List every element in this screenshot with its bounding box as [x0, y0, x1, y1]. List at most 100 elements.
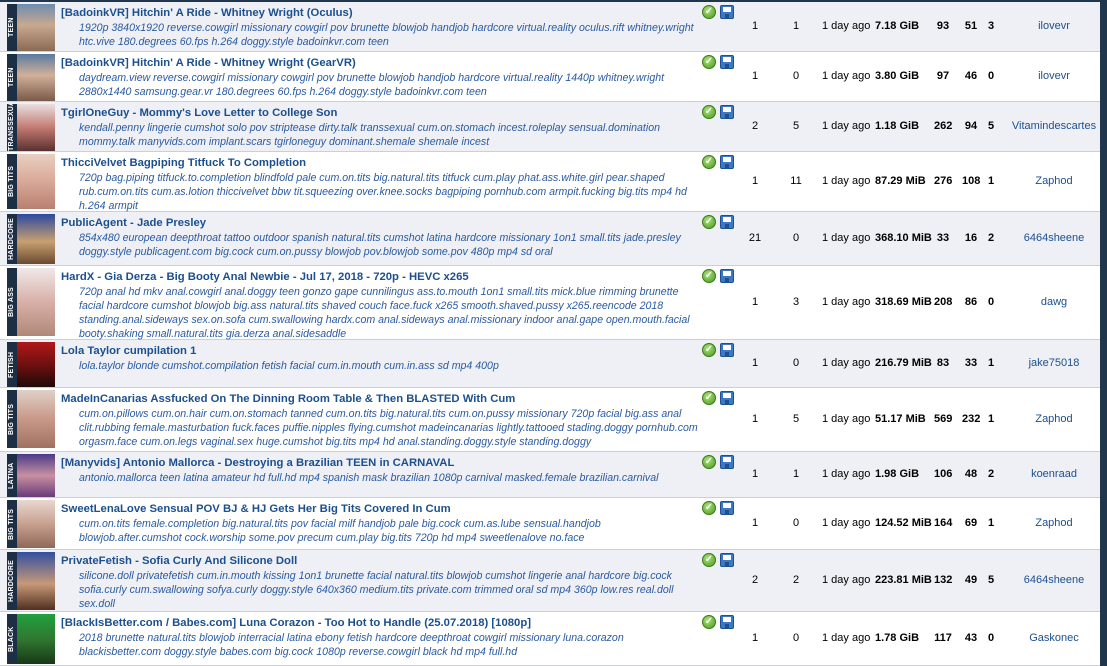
files-count: 2: [751, 120, 759, 132]
category-label: LATINA: [7, 454, 17, 497]
comments-count[interactable]: 0: [786, 70, 806, 82]
torrent-tags[interactable]: 854x480 european deepthroat tattoo outdo…: [79, 231, 701, 259]
torrent-title-link[interactable]: MadeInCanarias Assfucked On The Dinning …: [61, 393, 515, 405]
uploader-link[interactable]: Vitamindescartes: [1004, 120, 1104, 132]
torrent-tags[interactable]: lola.taylor blonde cumshot.compilation f…: [79, 359, 701, 373]
torrent-tags[interactable]: antonio.mallorca teen latina amateur hd …: [79, 471, 701, 485]
download-icon[interactable]: [720, 501, 734, 515]
check-icon: ✓: [702, 215, 716, 229]
time-added: 1 day ago: [822, 20, 871, 32]
torrent-list: TEEN [BadoinkVR] Hitchin' A Ride - Whitne…: [0, 0, 1107, 666]
download-icon[interactable]: [720, 155, 734, 169]
seeders-count: 49: [964, 574, 978, 586]
category-thumbnail[interactable]: HARDCORE: [7, 552, 55, 610]
time-added: 1 day ago: [822, 357, 871, 369]
torrent-title-link[interactable]: Lola Taylor cumpilation 1: [61, 345, 196, 357]
uploader-link[interactable]: ilovevr: [1004, 70, 1104, 82]
uploader-link[interactable]: 6464sheene: [1004, 574, 1104, 586]
torrent-tags[interactable]: 720p anal hd mkv anal.cowgirl anal.doggy…: [79, 285, 701, 341]
comments-count[interactable]: 11: [786, 175, 806, 187]
uploader-link[interactable]: koenraad: [1004, 468, 1104, 480]
comments-count[interactable]: 5: [786, 120, 806, 132]
category-thumbnail[interactable]: BLACK: [7, 614, 55, 664]
uploader-link[interactable]: Zaphod: [1004, 517, 1104, 529]
torrent-tags[interactable]: cum.on.tits female.completion big.natura…: [79, 517, 701, 545]
files-count: 21: [748, 232, 762, 244]
category-thumbnail[interactable]: BIG TITS: [7, 500, 55, 548]
download-icon[interactable]: [720, 553, 734, 567]
torrent-row: TEEN [BadoinkVR] Hitchin' A Ride - Whitne…: [0, 2, 1100, 52]
torrent-title-link[interactable]: HardX - Gia Derza - Big Booty Anal Newbi…: [61, 271, 469, 283]
comments-count[interactable]: 0: [786, 357, 806, 369]
torrent-title-link[interactable]: TgirlOneGuy - Mommy's Love Letter to Col…: [61, 107, 337, 119]
torrent-tags[interactable]: cum.on.pillows cum.on.hair cum.on.stomac…: [79, 407, 701, 449]
comments-count[interactable]: 0: [786, 632, 806, 644]
time-added: 1 day ago: [822, 175, 871, 187]
snatches-count: 164: [934, 517, 953, 529]
files-count: 1: [751, 296, 759, 308]
comments-count[interactable]: 5: [786, 413, 806, 425]
time-added: 1 day ago: [822, 70, 871, 82]
category-thumbnail[interactable]: BIG ASS: [7, 268, 55, 336]
torrent-title-link[interactable]: [BlackIsBetter.com / Babes.com] Luna Cor…: [61, 617, 531, 629]
comments-count[interactable]: 3: [786, 296, 806, 308]
category-label: HARDCORE: [7, 214, 17, 264]
category-thumbnail[interactable]: TEEN: [7, 54, 55, 101]
torrent-title-link[interactable]: [Manyvids] Antonio Mallorca - Destroying…: [61, 457, 454, 469]
leechers-count: 5: [987, 574, 995, 586]
download-icon[interactable]: [720, 105, 734, 119]
torrent-title-link[interactable]: [BadoinkVR] Hitchin' A Ride - Whitney Wr…: [61, 57, 356, 69]
comments-count[interactable]: 1: [786, 20, 806, 32]
torrent-tags[interactable]: silicone.doll privatefetish cum.in.mouth…: [79, 569, 701, 611]
torrent-title-link[interactable]: ThicciVelvet Bagpiping Titfuck To Comple…: [61, 157, 306, 169]
download-icon[interactable]: [720, 391, 734, 405]
files-count: 1: [751, 517, 759, 529]
snatches-count: 97: [936, 70, 950, 82]
uploader-link[interactable]: Gaskonec: [1004, 632, 1104, 644]
download-icon[interactable]: [720, 215, 734, 229]
torrent-tags[interactable]: kendall.penny lingerie cumshot solo pov …: [79, 121, 701, 149]
comments-count[interactable]: 0: [786, 517, 806, 529]
category-thumbnail[interactable]: TEEN: [7, 4, 55, 51]
torrent-title-link[interactable]: PublicAgent - Jade Presley: [61, 217, 206, 229]
torrent-size: 51.17 MiB: [875, 413, 926, 425]
torrent-title-link[interactable]: [BadoinkVR] Hitchin' A Ride - Whitney Wr…: [61, 7, 353, 19]
leechers-count: 1: [987, 517, 995, 529]
torrent-row: BIG TITS ThicciVelvet Bagpiping Titfuck T…: [0, 152, 1100, 212]
leechers-count: 0: [987, 296, 995, 308]
download-icon[interactable]: [720, 615, 734, 629]
download-icon[interactable]: [720, 55, 734, 69]
comments-count[interactable]: 1: [786, 468, 806, 480]
torrent-tags[interactable]: daydream.view reverse.cowgirl missionary…: [79, 71, 701, 99]
uploader-link[interactable]: 6464sheene: [1004, 232, 1104, 244]
torrent-tags[interactable]: 1920p 3840x1920 reverse.cowgirl missiona…: [79, 21, 701, 49]
time-added: 1 day ago: [822, 120, 871, 132]
uploader-link[interactable]: Zaphod: [1004, 413, 1104, 425]
download-icon[interactable]: [720, 5, 734, 19]
comments-count[interactable]: 2: [786, 574, 806, 586]
category-thumbnail[interactable]: HARDCORE: [7, 214, 55, 264]
comments-count[interactable]: 0: [786, 232, 806, 244]
category-thumbnail[interactable]: LATINA: [7, 454, 55, 497]
download-icon[interactable]: [720, 455, 734, 469]
torrent-title-link[interactable]: SweetLenaLove Sensual POV BJ & HJ Gets H…: [61, 503, 451, 515]
category-thumbnail[interactable]: FETISH: [7, 342, 55, 387]
category-thumbnail[interactable]: BIG TITS: [7, 390, 55, 448]
snatches-count: 276: [934, 175, 953, 187]
uploader-link[interactable]: ilovevr: [1004, 20, 1104, 32]
torrent-row: HARDCORE PublicAgent - Jade Presley 854x48…: [0, 212, 1100, 266]
seeders-count: 94: [964, 120, 978, 132]
thumbnail-image: [17, 454, 55, 497]
uploader-link[interactable]: jake75018: [1004, 357, 1104, 369]
uploader-link[interactable]: dawg: [1004, 296, 1104, 308]
torrent-title-link[interactable]: PrivateFetish - Sofia Curly And Silicone…: [61, 555, 297, 567]
files-count: 1: [751, 357, 759, 369]
torrent-tags[interactable]: 2018 brunette natural.tits blowjob inter…: [79, 631, 701, 659]
category-thumbnail[interactable]: BIG TITS: [7, 154, 55, 209]
torrent-tags[interactable]: 720p bag.piping titfuck.to.completion bl…: [79, 171, 701, 213]
uploader-link[interactable]: Zaphod: [1004, 175, 1104, 187]
torrent-size: 1.18 GiB: [875, 120, 920, 132]
download-icon[interactable]: [720, 343, 734, 357]
download-icon[interactable]: [720, 269, 734, 283]
category-thumbnail[interactable]: TRANSSEXUAL: [7, 104, 55, 151]
